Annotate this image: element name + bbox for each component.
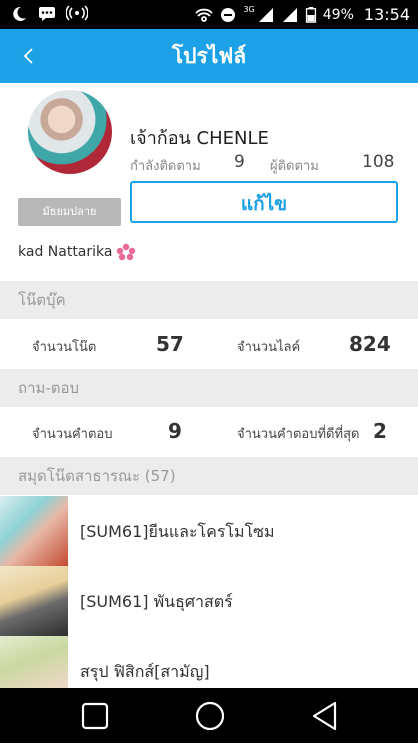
signal-icon [258,7,273,22]
notebook-title: [SUM61]ยีนและโครโมโซม [80,522,275,541]
best-answers-label: จำนวนคำตอบที่ดีที่สุด [237,427,360,442]
profile-header: เจ้าก้อน CHENLE กำลังติดตาม 9 ผู้ติดตาม … [0,83,418,280]
network-type: 3G [243,5,255,14]
clock: 13:54 [363,5,410,24]
notebook-item[interactable]: [SUM61] พันธุศาสตร์ [0,566,418,637]
answers-label: จำนวนคำตอบ [32,427,113,442]
followers-label[interactable]: ผู้ติดตาม [270,155,319,176]
public-notebooks-header: สมุดโน๊ตสาธารณะ (57) [0,457,418,495]
recent-apps-icon[interactable] [79,700,111,732]
best-answers-count: 2 [373,419,387,443]
qa-stats-row: จำนวนคำตอบ 9 จำนวนคำตอบที่ดีที่สุด 2 [0,407,418,457]
username: เจ้าก้อน CHENLE [130,128,269,149]
edit-profile-button[interactable]: แก้ไข [130,181,398,223]
notebook-title: สรุป ฟิสิกส์[สามัญ] [80,662,210,681]
status-bar: 3G 49% 13:54 [0,0,418,29]
hotspot-icon [66,5,88,21]
flower-icon [117,243,136,261]
home-icon[interactable] [194,700,226,732]
moon-icon [13,6,26,21]
notebook-section-header: โน๊ตบุ๊ค [0,281,418,319]
bio-text: kad Nattarika [18,244,113,260]
qa-section-header: ถาม-ตอบ [0,369,418,407]
following-count[interactable]: 9 [234,152,245,172]
page-title: โปรไฟล์ [171,44,247,68]
notebook-thumbnail [0,566,68,636]
followers-count[interactable]: 108 [362,152,394,172]
battery-percent: 49% [322,6,354,23]
notebook-thumbnail [0,636,68,688]
likes-count: 824 [349,332,391,356]
notes-label: จำนวนโน๊ต [32,340,97,355]
following-label[interactable]: กำลังติดตาม [130,155,201,176]
avatar[interactable] [28,90,112,174]
app-bar: โปรไฟล์ [0,29,418,83]
back-icon[interactable] [309,700,341,732]
answers-count: 9 [168,419,182,443]
likes-label: จำนวนไลค์ [237,340,301,355]
level-badge: มัธยมปลาย [18,198,121,226]
notebook-item[interactable]: สรุป ฟิสิกส์[สามัญ] [0,636,418,688]
notebook-item[interactable]: [SUM61]ยีนและโครโมโซม [0,496,418,567]
bio: kad Nattarika [18,243,136,261]
battery-icon [305,6,316,23]
message-icon [39,7,55,21]
back-button[interactable] [14,41,42,71]
notebook-stats-row: จำนวนโน๊ต 57 จำนวนไลค์ 824 [0,320,418,370]
chevron-left-icon [23,48,33,64]
notebook-thumbnail [0,496,68,566]
notes-count: 57 [156,332,184,356]
system-nav-bar [0,688,418,743]
do-not-disturb-icon [221,7,236,22]
signal-icon-2 [282,7,297,22]
wifi-signal-icon [195,8,214,22]
notebook-title: [SUM61] พันธุศาสตร์ [80,592,233,611]
